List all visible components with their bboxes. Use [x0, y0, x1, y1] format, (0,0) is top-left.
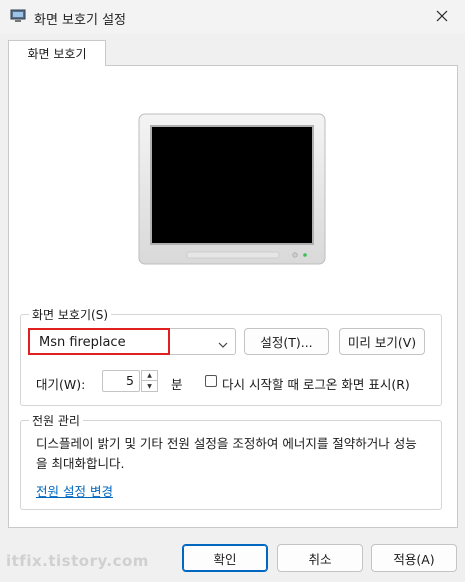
wait-input[interactable]: 5 — [102, 370, 140, 392]
monitor-screen — [152, 127, 312, 243]
close-icon — [436, 10, 448, 25]
preview-button[interactable]: 미리 보기(V) — [339, 328, 425, 355]
logon-checkbox-label[interactable]: 다시 시작할 때 로그온 화면 표시(R) — [222, 374, 410, 393]
monitor-preview — [137, 112, 327, 267]
wait-spinner[interactable]: ▲ ▼ — [141, 370, 158, 392]
chevron-down-icon — [218, 338, 228, 352]
settings-button[interactable]: 설정(T)... — [244, 328, 329, 355]
window-title: 화면 보호기 설정 — [34, 13, 126, 28]
wait-unit: 분 — [171, 377, 183, 392]
power-description: 디스플레이 밝기 및 기타 전원 설정을 조정하여 에너지를 절약하거나 성능을… — [36, 436, 417, 471]
ok-button[interactable]: 확인 — [182, 544, 268, 572]
logon-checkbox[interactable] — [205, 375, 217, 387]
screensaver-group-label: 화면 보호기(S) — [29, 306, 111, 323]
screensaver-app-icon — [10, 9, 26, 23]
apply-button[interactable]: 적용(A) — [371, 544, 457, 572]
spin-down-icon[interactable]: ▼ — [142, 381, 157, 391]
wait-label: 대기(W): — [36, 377, 86, 392]
close-button[interactable] — [419, 0, 465, 34]
tab-screensaver[interactable]: 화면 보호기 — [8, 40, 106, 66]
screensaver-select-value: Msn fireplace — [39, 335, 126, 350]
cancel-button[interactable]: 취소 — [277, 544, 363, 572]
screensaver-select[interactable]: Msn fireplace — [28, 328, 236, 355]
power-settings-link[interactable]: 전원 설정 변경 — [36, 481, 113, 500]
power-group-label: 전원 관리 — [29, 412, 83, 429]
tab-screensaver-label: 화면 보호기 — [27, 47, 87, 61]
spin-up-icon[interactable]: ▲ — [142, 371, 157, 381]
watermark: itfix.tistory.com — [6, 552, 149, 570]
title-bar: 화면 보호기 설정 — [0, 0, 465, 34]
